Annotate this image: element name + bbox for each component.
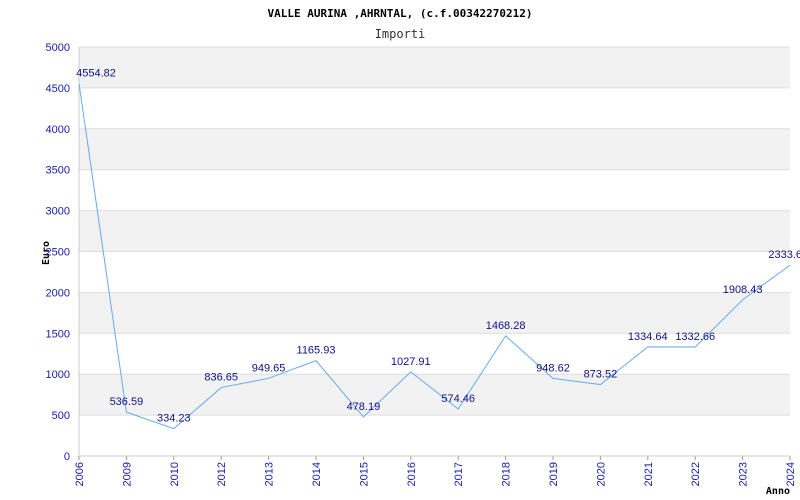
data-label: 948.62: [536, 362, 570, 374]
data-label: 873.52: [584, 369, 618, 381]
y-tick-label: 3000: [46, 206, 70, 218]
background-bands: [79, 47, 790, 416]
data-label: 1334.64: [628, 331, 668, 343]
y-tick-label: 2500: [46, 247, 70, 259]
data-label: 1027.91: [391, 356, 431, 368]
data-label: 1468.28: [486, 320, 526, 332]
y-tick-label: 500: [52, 410, 70, 422]
x-tick-label: 2020: [595, 462, 607, 486]
x-tick-label: 2014: [311, 462, 323, 486]
x-tick-label: 2021: [643, 462, 655, 486]
x-tick-label: 2010: [169, 462, 181, 486]
background-band: [79, 47, 790, 88]
y-tick-label: 3500: [46, 165, 70, 177]
x-axis-label: Anno: [766, 486, 790, 497]
y-tick-label: 5000: [46, 42, 70, 54]
x-tick-labels: 2006 2009 2010 2012 2013 2014 2015 2016 2017 2018…: [74, 462, 797, 486]
chart-title: VALLE AURINA ,AHRNTAL, (c.f.00342270212): [268, 7, 533, 20]
x-tick-label: 2016: [406, 462, 418, 486]
x-tick-label: 2019: [548, 462, 560, 486]
x-tick-label: 2018: [501, 462, 513, 486]
x-tick-label: 2024: [785, 462, 797, 486]
data-label: 536.59: [110, 396, 144, 408]
data-label: 334.23: [157, 413, 191, 425]
background-band: [79, 292, 790, 334]
x-tick-label: 2009: [121, 462, 133, 486]
y-tick-labels: 0 500 1000 1500 2000 2500 3000 3500 4000 4500 5000: [46, 42, 70, 463]
x-tick-label: 2023: [738, 462, 750, 486]
line-chart: VALLE AURINA ,AHRNTAL, (c.f.00342270212)…: [41, 7, 800, 497]
y-tick-label: 2000: [46, 287, 70, 299]
data-label: 1165.93: [297, 345, 336, 357]
y-tick-label: 0: [64, 451, 70, 463]
y-tick-label: 4000: [46, 124, 70, 136]
data-label: 836.65: [204, 372, 238, 384]
data-label: 478.19: [347, 401, 381, 413]
data-label: 949.65: [252, 362, 286, 374]
data-label: 1332.66: [675, 331, 715, 343]
y-tick-label: 1500: [46, 328, 70, 340]
background-band: [79, 128, 790, 170]
data-label: 574.46: [441, 393, 475, 405]
data-label: 1908.43: [723, 284, 763, 296]
chart-subtitle: Importi: [375, 27, 426, 41]
x-tick-label: 2022: [690, 462, 702, 486]
background-band: [79, 374, 790, 416]
data-label: 4554.82: [76, 67, 116, 79]
background-band: [79, 210, 790, 252]
x-tick-label: 2015: [358, 462, 370, 486]
y-tick-label: 1000: [46, 369, 70, 381]
x-tick-label: 2012: [216, 462, 228, 486]
y-tick-label: 4500: [46, 83, 70, 95]
data-label: 2333.6: [768, 249, 800, 261]
x-tick-label: 2013: [264, 462, 276, 486]
x-tick-label: 2017: [453, 462, 465, 486]
x-tick-label: 2006: [74, 462, 86, 486]
